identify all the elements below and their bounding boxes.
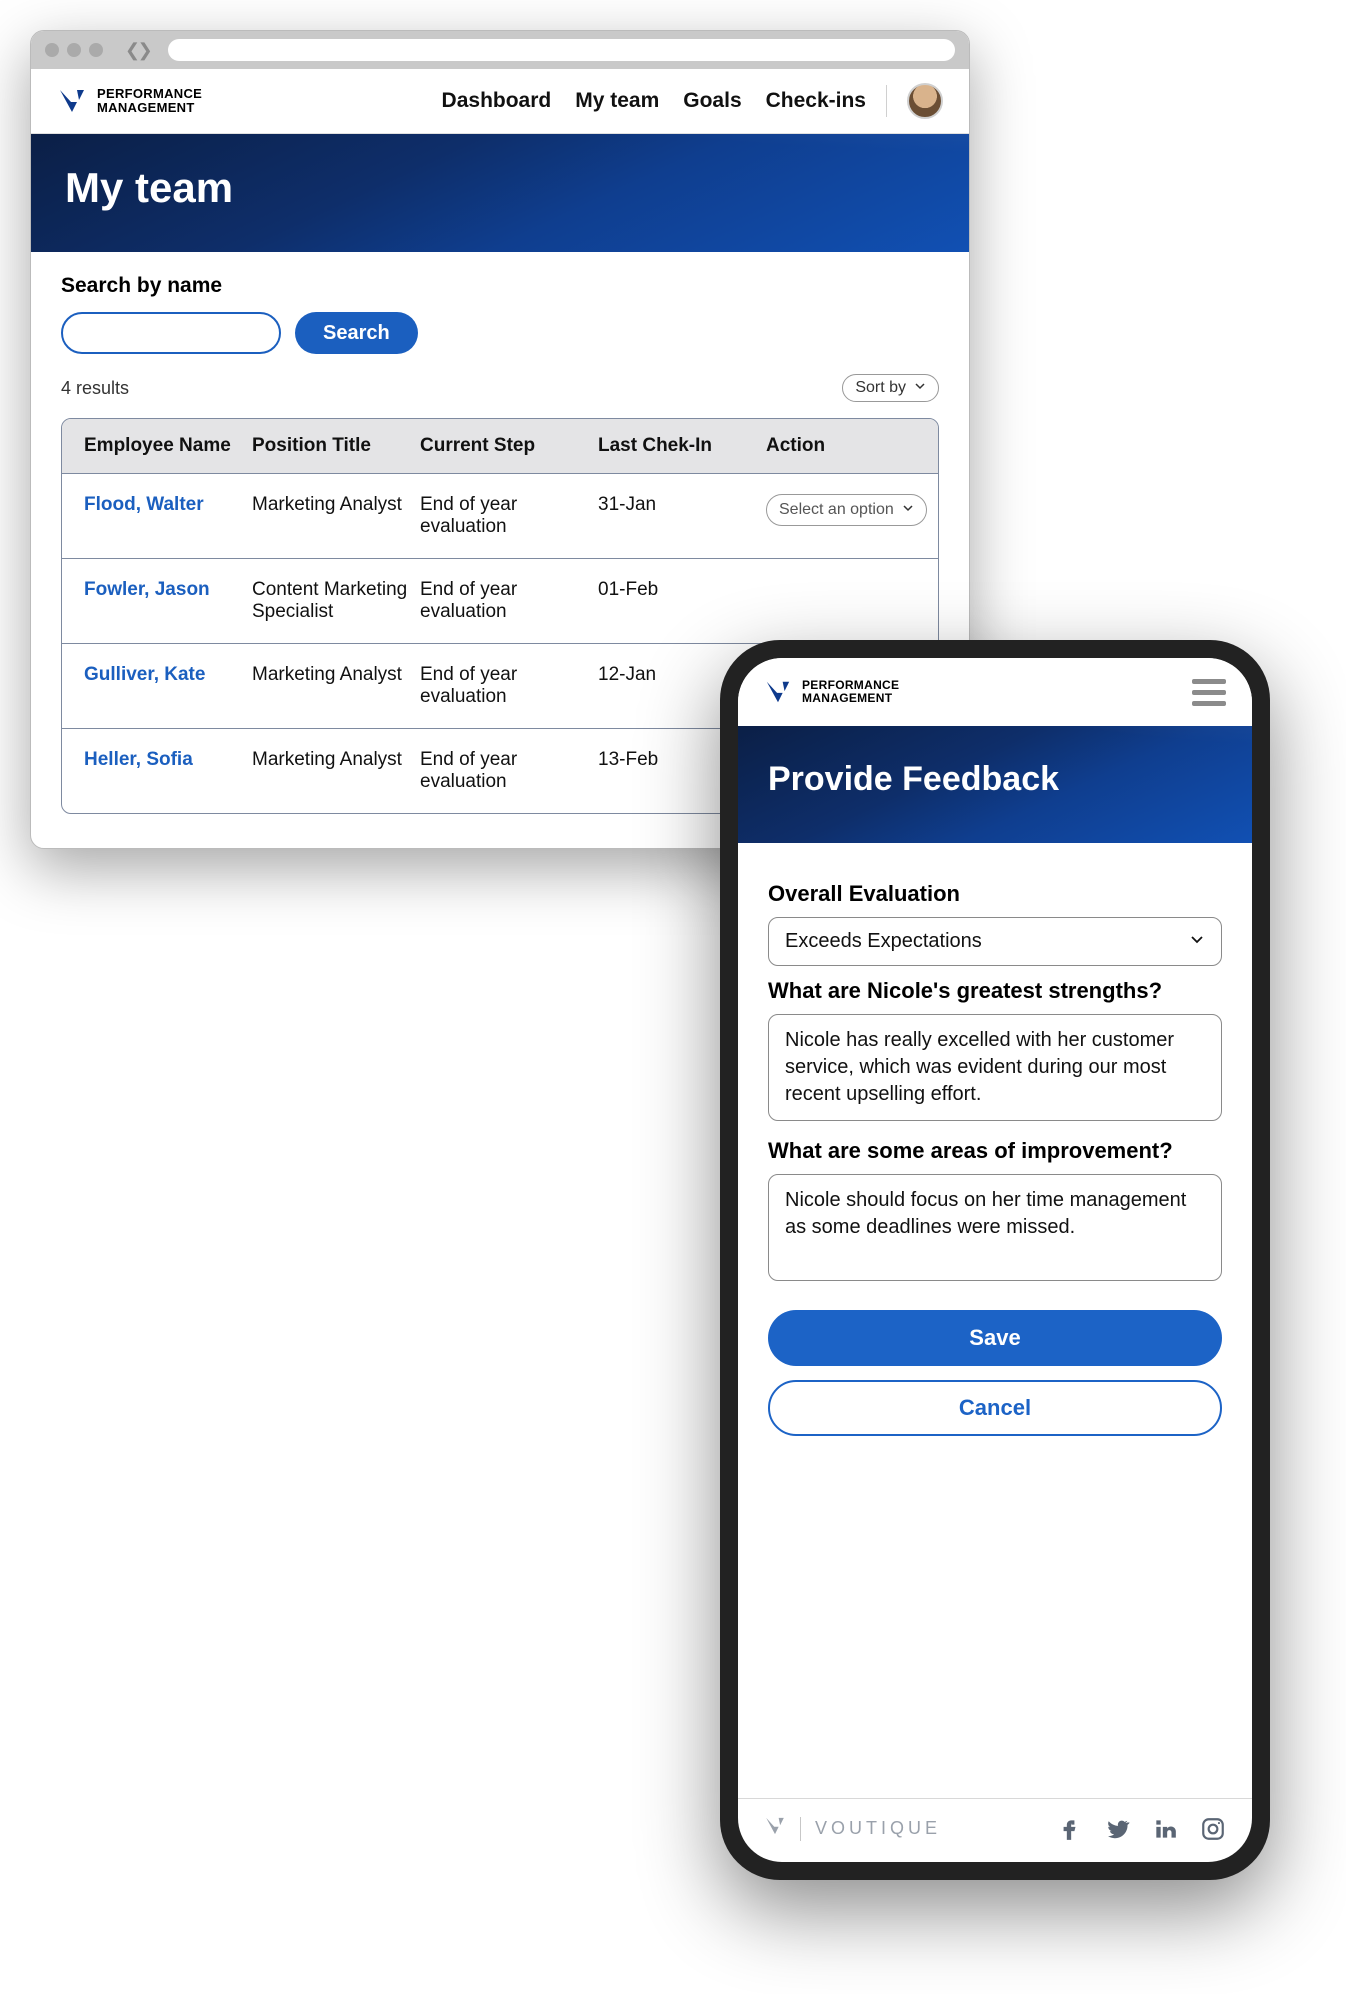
last-checkin: 01-Feb: [598, 579, 758, 601]
overall-eval-label: Overall Evaluation: [768, 881, 1222, 907]
chevron-down-icon: [914, 379, 926, 397]
search-button[interactable]: Search: [295, 312, 418, 354]
mobile-top-nav: PERFORMANCE MANAGEMENT: [738, 658, 1252, 726]
improvement-question-label: What are some areas of improvement?: [768, 1138, 1222, 1164]
employee-link[interactable]: Heller, Sofia: [84, 749, 244, 771]
table-row: Flood, Walter Marketing Analyst End of yea…: [62, 474, 938, 558]
mobile-page-hero: Provide Feedback: [738, 726, 1252, 843]
employee-link[interactable]: Fowler, Jason: [84, 579, 244, 601]
nav-divider: [886, 85, 887, 117]
employee-link[interactable]: Flood, Walter: [84, 494, 244, 516]
app-logo[interactable]: PERFORMANCE MANAGEMENT: [57, 86, 202, 116]
position-title: Content Marketing Specialist: [252, 579, 412, 623]
search-label: Search by name: [61, 274, 939, 298]
nav-dashboard[interactable]: Dashboard: [442, 89, 552, 113]
col-current-step: Current Step: [420, 435, 590, 457]
facebook-icon[interactable]: [1056, 1816, 1082, 1842]
sort-by-dropdown[interactable]: Sort by: [842, 374, 939, 402]
table-row: Fowler, Jason Content Marketing Specialis…: [62, 558, 938, 643]
footer-logo-icon: [764, 1815, 786, 1842]
mobile-screen: PERFORMANCE MANAGEMENT Provide Feedback …: [738, 658, 1252, 1862]
cancel-button[interactable]: Cancel: [768, 1380, 1222, 1436]
instagram-icon[interactable]: [1200, 1816, 1226, 1842]
save-button[interactable]: Save: [768, 1310, 1222, 1366]
improvement-textarea[interactable]: [768, 1174, 1222, 1281]
linkedin-icon[interactable]: [1152, 1816, 1178, 1842]
nav-my-team[interactable]: My team: [575, 89, 659, 113]
logo-mark-icon: [764, 678, 792, 706]
footer-brand: VOUTIQUE: [764, 1815, 941, 1842]
app-logo[interactable]: PERFORMANCE MANAGEMENT: [764, 678, 899, 706]
top-nav: PERFORMANCE MANAGEMENT Dashboard My team…: [31, 69, 969, 134]
app-name: PERFORMANCE MANAGEMENT: [802, 679, 899, 704]
position-title: Marketing Analyst: [252, 749, 412, 771]
footer-brand-text: VOUTIQUE: [815, 1818, 941, 1839]
overall-eval-value: Exceeds Expectations: [785, 930, 982, 953]
results-count: 4 results: [61, 378, 129, 399]
mobile-footer: VOUTIQUE: [738, 1798, 1252, 1862]
col-action: Action: [766, 435, 916, 457]
last-checkin: 31-Jan: [598, 494, 758, 516]
employee-link[interactable]: Gulliver, Kate: [84, 664, 244, 686]
mobile-device-frame: PERFORMANCE MANAGEMENT Provide Feedback …: [720, 640, 1270, 1880]
position-title: Marketing Analyst: [252, 494, 412, 516]
strengths-question-label: What are Nicole's greatest strengths?: [768, 978, 1222, 1004]
page-title: My team: [65, 164, 935, 212]
strengths-textarea[interactable]: [768, 1014, 1222, 1121]
current-step: End of year evaluation: [420, 494, 590, 538]
app-name: PERFORMANCE MANAGEMENT: [97, 87, 202, 114]
overall-eval-select[interactable]: Exceeds Expectations: [768, 917, 1222, 966]
window-minimize-button[interactable]: [67, 43, 81, 57]
current-step: End of year evaluation: [420, 664, 590, 708]
nav-back-forward-icon[interactable]: ❮ ❯: [125, 40, 150, 61]
mobile-page-title: Provide Feedback: [768, 760, 1222, 799]
chevron-down-icon: [902, 501, 914, 519]
window-zoom-button[interactable]: [89, 43, 103, 57]
window-close-button[interactable]: [45, 43, 59, 57]
col-position-title: Position Title: [252, 435, 412, 457]
sort-by-label: Sort by: [855, 379, 906, 397]
col-last-checkin: Last Chek-In: [598, 435, 758, 457]
twitter-icon[interactable]: [1104, 1816, 1130, 1842]
current-step: End of year evaluation: [420, 749, 590, 793]
position-title: Marketing Analyst: [252, 664, 412, 686]
user-avatar[interactable]: [907, 83, 943, 119]
col-employee-name: Employee Name: [84, 435, 244, 457]
url-bar[interactable]: [168, 39, 955, 61]
hamburger-menu-button[interactable]: [1192, 679, 1226, 706]
nav-goals[interactable]: Goals: [683, 89, 741, 113]
browser-titlebar: ❮ ❯: [31, 31, 969, 69]
current-step: End of year evaluation: [420, 579, 590, 623]
search-input[interactable]: [61, 312, 281, 354]
chevron-down-icon: [1189, 930, 1205, 953]
logo-mark-icon: [57, 86, 87, 116]
action-select[interactable]: Select an option: [766, 494, 927, 526]
nav-check-ins[interactable]: Check-ins: [766, 89, 866, 113]
table-header: Employee Name Position Title Current Ste…: [62, 419, 938, 474]
page-hero: My team: [31, 134, 969, 252]
